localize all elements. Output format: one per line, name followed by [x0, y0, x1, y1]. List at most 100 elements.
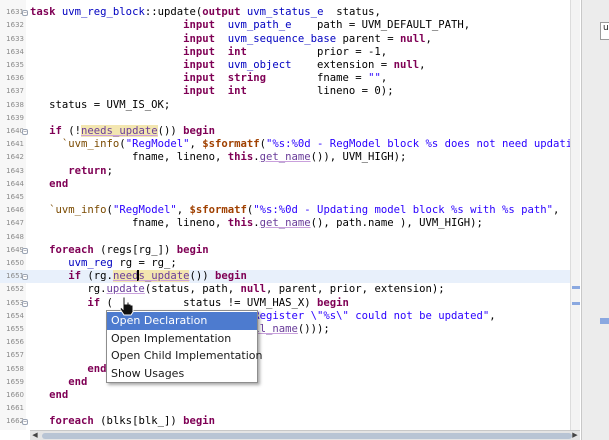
code-text[interactable]: fname, lineno, this.get_name()), UVM_HIG…: [30, 151, 406, 164]
fold-toggle-icon[interactable]: −: [22, 247, 28, 254]
line-number: 1648: [6, 232, 24, 241]
code-line[interactable]: 1650 uvm_reg rg = rg_;: [0, 257, 570, 270]
code-text[interactable]: input int prior = -1,: [30, 46, 387, 59]
overview-marker-occurrence[interactable]: [572, 302, 580, 305]
fold-toggle-icon[interactable]: −: [22, 300, 28, 307]
overview-marker-occurrence[interactable]: [572, 286, 580, 289]
code-line[interactable]: 1641 `uvm_info("RegModel", $sformatf("%s…: [0, 138, 570, 151]
line-number: 1654: [6, 311, 24, 320]
code-text[interactable]: r: [30, 349, 113, 362]
line-number: 1641: [6, 140, 24, 149]
overview-ruler[interactable]: [570, 0, 580, 430]
right-side-panel[interactable]: up: [581, 0, 609, 440]
menu-item-show-usages[interactable]: Show Usages: [107, 365, 257, 383]
code-line[interactable]: 1634 input int prior = -1,: [0, 46, 570, 59]
code-line[interactable]: 1639: [0, 112, 570, 125]
code-text[interactable]: end: [30, 389, 68, 402]
code-text[interactable]: input int lineno = 0);: [30, 85, 394, 98]
code-text[interactable]: rg.update(status, path, null, parent, pr…: [30, 283, 444, 296]
fold-toggle-icon[interactable]: −: [22, 10, 28, 17]
line-number: 1632: [6, 21, 24, 30]
line-number: 1651: [6, 272, 24, 281]
code-line[interactable]: 1631− task uvm_reg_block::update(output u…: [0, 6, 570, 19]
code-text[interactable]: foreach (regs[rg_]) begin: [30, 244, 208, 257]
code-line[interactable]: 1652 rg.update(status, path, null, paren…: [0, 283, 570, 296]
line-number: 1644: [6, 179, 24, 188]
line-number: 1635: [6, 60, 24, 69]
line-number: 1656: [6, 338, 24, 347]
code-line[interactable]: 1646 `uvm_info("RegModel", $sformatf("%s…: [0, 204, 570, 217]
hand-cursor-icon: [119, 296, 134, 316]
code-text[interactable]: `uvm_info("RegModel", $sformatf("%s:%0d …: [30, 204, 559, 217]
code-text[interactable]: uvm_reg rg = rg_;: [30, 257, 176, 270]
code-line[interactable]: 1662− foreach (blks[blk_]) begin: [0, 415, 570, 428]
menu-item-open-implementation[interactable]: Open Implementation: [107, 330, 257, 348]
fold-toggle-icon[interactable]: −: [22, 419, 28, 426]
line-number: 1647: [6, 219, 24, 228]
code-text[interactable]: status = UVM_IS_OK;: [30, 99, 170, 112]
code-line[interactable]: 1661: [0, 402, 570, 415]
scroll-left-icon[interactable]: ◀: [30, 431, 40, 440]
line-number: 1642: [6, 153, 24, 162]
code-line[interactable]: 1642 fname, lineno, this.get_name()), UV…: [0, 151, 570, 164]
code-text[interactable]: end: [30, 376, 87, 389]
code-line[interactable]: 1640− if (!needs_update()) begin: [0, 124, 570, 138]
code-line[interactable]: 1660 end: [0, 389, 570, 402]
line-number: 1655: [6, 324, 24, 333]
code-text[interactable]: formatf("Register \"%s\" could not be up…: [30, 310, 496, 323]
horizontal-scrollbar[interactable]: ◀ ▶: [30, 430, 580, 440]
code-line[interactable]: 1638 status = UVM_IS_OK;: [0, 99, 570, 112]
fold-toggle-icon[interactable]: −: [22, 128, 28, 135]
code-line[interactable]: 1659 end: [0, 376, 570, 389]
line-number: 1663: [0, 429, 24, 431]
code-text[interactable]: task uvm_reg_block::update(output uvm_st…: [30, 6, 381, 19]
code-line[interactable]: 1648: [0, 231, 570, 244]
outline-selection-marker: [600, 318, 609, 324]
line-number: 1639: [6, 113, 24, 122]
code-line[interactable]: 1645: [0, 191, 570, 204]
code-text[interactable]: end: [30, 178, 68, 191]
code-line[interactable]: 1649− foreach (regs[rg_]) begin: [0, 244, 570, 257]
code-line[interactable]: 1635 input uvm_object extension = null,: [0, 59, 570, 72]
code-line[interactable]: 1658 end: [0, 363, 570, 376]
line-number: 1657: [6, 351, 24, 360]
code-text[interactable]: if (!needs_update()) begin: [30, 124, 215, 138]
code-text[interactable]: input uvm_object extension = null,: [30, 59, 425, 72]
code-line[interactable]: 1633 input uvm_sequence_base parent = nu…: [0, 33, 570, 46]
code-text[interactable]: return;: [30, 165, 113, 178]
code-line[interactable]: 1656: [0, 336, 570, 349]
line-number: 1638: [6, 100, 24, 109]
line-number: 1661: [6, 404, 24, 413]
line-number: 1646: [6, 206, 24, 215]
code-text[interactable]: if ( status != UVM_HAS_X) begin: [30, 297, 349, 310]
code-text[interactable]: input uvm_path_e path = UVM_DEFAULT_PATH…: [30, 19, 470, 32]
code-text[interactable]: fname, lineno, this.get_name(), path.nam…: [30, 217, 483, 230]
code-line[interactable]: 1643 return;: [0, 165, 570, 178]
line-number: 1658: [6, 364, 24, 373]
code-text[interactable]: if (rg.needs_update()) begin: [30, 270, 247, 283]
code-text[interactable]: `uvm_info("RegModel", $sformatf("%s:%0d …: [30, 138, 570, 151]
outline-view-fragment: up: [600, 22, 609, 40]
code-text[interactable]: end: [30, 363, 106, 376]
horizontal-scroll-thumb[interactable]: [42, 433, 572, 439]
code-line[interactable]: 1651− if (rg.needs_update()) begin: [0, 270, 570, 284]
code-line[interactable]: 1644 end: [0, 178, 570, 191]
code-line[interactable]: 1653− if ( status != UVM_HAS_X) begin: [0, 297, 570, 310]
code-line[interactable]: 1636 input string fname = "",: [0, 72, 570, 85]
code-line[interactable]: 1654 formatf("Register \"%s\" could not …: [0, 310, 570, 323]
line-number: 1650: [6, 258, 24, 267]
code-editor[interactable]: 1631− task uvm_reg_block::update(output u…: [0, 0, 570, 430]
code-text[interactable]: input uvm_sequence_base parent = null,: [30, 33, 432, 46]
scroll-right-icon[interactable]: ▶: [570, 431, 580, 440]
code-text[interactable]: foreach (blks[blk_]) begin: [30, 415, 215, 428]
line-number: 1653: [6, 298, 24, 307]
code-text[interactable]: input string fname = "",: [30, 72, 387, 85]
fold-toggle-icon[interactable]: −: [22, 274, 28, 281]
menu-item-open-child-implementation[interactable]: Open Child Implementation: [107, 347, 262, 365]
code-line[interactable]: 1655 rg.get_full_name()));: [0, 323, 570, 336]
code-line[interactable]: 1637 input int lineno = 0);: [0, 85, 570, 98]
code-line[interactable]: 1632 input uvm_path_e path = UVM_DEFAULT…: [0, 19, 570, 32]
code-line[interactable]: 1657 r: [0, 349, 570, 362]
context-menu: Open Declaration Open Implementation Ope…: [106, 310, 262, 383]
code-line[interactable]: 1647 fname, lineno, this.get_name(), pat…: [0, 217, 570, 230]
